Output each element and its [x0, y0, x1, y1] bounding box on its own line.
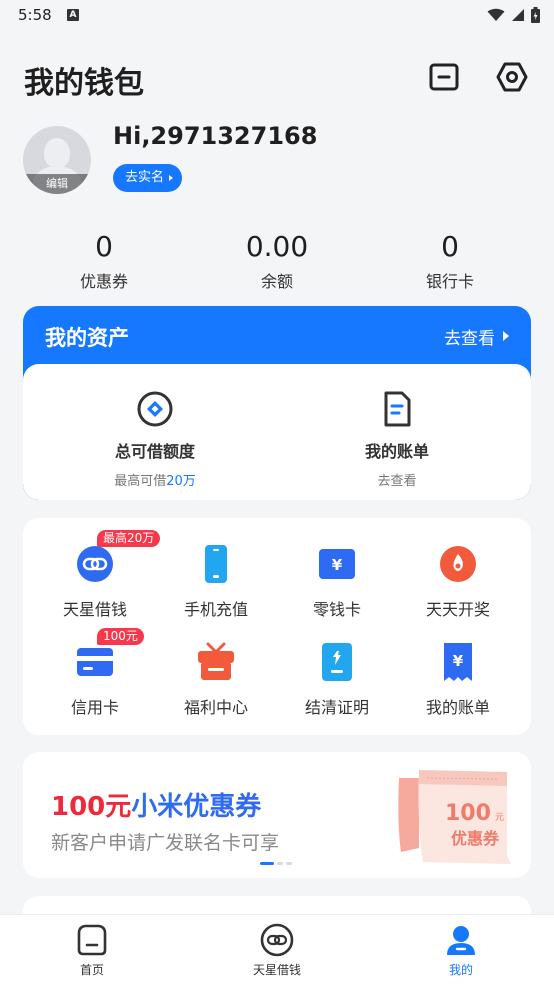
svg-text:¥: ¥ [453, 652, 464, 670]
status-time: 5:58 [18, 6, 52, 24]
promo-carousel-dots [260, 862, 292, 865]
bill-yen-icon: ¥ [438, 642, 478, 682]
battery-icon [531, 7, 540, 23]
chevron-right-icon [503, 331, 509, 341]
credit-card-icon: 100元 [75, 628, 144, 682]
service-change-card[interactable]: ¥ 零钱卡 [277, 544, 397, 620]
tab-loan[interactable]: 天星借钱 [217, 923, 337, 978]
avatar-edit-label[interactable]: 编辑 [23, 174, 91, 194]
loan-link-icon: 最高20万 [75, 530, 161, 584]
asset-title: 总可借额度 [114, 442, 195, 461]
chevron-right-icon [169, 175, 174, 181]
bottom-tab-bar: 首页 天星借钱 我的 [0, 914, 554, 984]
service-label: 零钱卡 [312, 600, 361, 619]
avatar-head-shape [44, 138, 70, 168]
service-daily-lottery[interactable]: 天天开奖 [398, 544, 518, 620]
status-indicator: A [67, 9, 79, 21]
carousel-dot [277, 862, 283, 865]
stat-balance[interactable]: 0.00 余额 [197, 228, 357, 292]
service-label: 信用卡 [70, 698, 119, 717]
bill-document-icon [378, 390, 416, 428]
service-label: 福利中心 [183, 698, 248, 717]
service-label: 手机充值 [183, 600, 248, 619]
home-icon [75, 923, 109, 957]
status-icons [487, 7, 540, 23]
lottery-icon [438, 544, 478, 584]
service-label: 我的账单 [425, 698, 490, 717]
asset-title: 我的账单 [364, 442, 429, 461]
asset-credit-limit[interactable]: 总可借额度 最高可借20万 [55, 390, 255, 489]
service-loan[interactable]: 最高20万 天星借钱 [35, 530, 161, 620]
tab-label: 首页 [79, 963, 104, 977]
promo-subtitle: 新客户申请广发联名卡可享 [51, 832, 280, 854]
tab-label: 我的 [448, 963, 473, 977]
services-grid: 最高20万 天星借钱 手机充值 ¥ 零钱卡 天天开奖 100元 信用卡 福利中心 [23, 518, 531, 735]
service-badge: 100元 [97, 628, 144, 645]
asset-subtitle-prefix: 去查看 [377, 474, 417, 489]
wallet-stats: 0 优惠券 0.00 余额 0 银行卡 [0, 228, 554, 298]
stat-value: 0 [441, 230, 459, 263]
wallet-card-icon [429, 63, 459, 91]
gift-icon [196, 642, 236, 682]
assets-inner: 总可借额度 最高可借20万 我的账单 去查看 [23, 364, 531, 500]
page-title: 我的钱包 [24, 66, 144, 101]
service-phone-topup[interactable]: 手机充值 [156, 544, 276, 620]
assets-title: 我的资产 [45, 326, 129, 350]
coupon-illustration: 100 元 优惠券 [395, 764, 515, 868]
status-bar: 5:58 A [0, 0, 554, 32]
asset-my-bill[interactable]: 我的账单 去查看 [297, 390, 497, 489]
settings-button[interactable] [495, 60, 529, 94]
settings-hexagon-icon [496, 62, 528, 92]
carousel-dot-active [260, 862, 274, 865]
stat-label: 余额 [260, 272, 293, 291]
service-badge: 最高20万 [97, 530, 161, 547]
stat-value: 0 [95, 230, 113, 263]
verify-identity-label: 去实名 [125, 170, 165, 185]
service-label: 天星借钱 [62, 600, 127, 619]
promo-banner[interactable]: 100元小米优惠券 新客户申请广发联名卡可享 100 元 优惠券 [23, 752, 531, 878]
coupon-unit: 元 [495, 813, 504, 823]
user-greeting: Hi,2971327168 [113, 122, 318, 150]
promo-title-amount: 100元 [51, 792, 132, 822]
avatar[interactable]: 编辑 [23, 126, 91, 194]
wallet-yen-icon: ¥ [317, 544, 357, 584]
signal-icon [512, 9, 524, 21]
service-welfare-center[interactable]: 福利中心 [156, 642, 276, 718]
wallet-card-button[interactable] [427, 60, 461, 94]
coupon-label: 优惠券 [451, 829, 500, 848]
assets-view-label: 去查看 [444, 329, 495, 349]
carousel-dot [286, 862, 292, 865]
tab-profile[interactable]: 我的 [401, 923, 521, 978]
asset-subtitle: 去查看 [297, 470, 497, 489]
asset-subtitle-prefix: 最高可借 [114, 474, 167, 489]
service-credit-card[interactable]: 100元 信用卡 [35, 628, 155, 718]
profile-icon [444, 923, 478, 957]
credit-diamond-icon [136, 390, 174, 428]
coupon-amount: 100 [445, 801, 491, 826]
stat-bank-cards[interactable]: 0 银行卡 [370, 228, 530, 292]
stat-coupons[interactable]: 0 优惠券 [24, 228, 184, 292]
tab-home[interactable]: 首页 [32, 923, 152, 978]
asset-subtitle: 最高可借20万 [55, 470, 255, 489]
service-label: 结清证明 [304, 698, 369, 717]
svg-text:¥: ¥ [332, 556, 343, 574]
service-settlement-proof[interactable]: 结清证明 [277, 642, 397, 718]
service-my-bill[interactable]: ¥ 我的账单 [398, 642, 518, 718]
stat-value: 0.00 [245, 230, 309, 263]
promo-title: 100元小米优惠券 [51, 786, 261, 823]
tab-label: 天星借钱 [252, 963, 301, 977]
asset-subtitle-highlight: 20万 [166, 474, 196, 489]
assets-card: 我的资产 去查看 总可借额度 最高可借20万 我的账单 去查看 [23, 306, 531, 500]
stat-label: 银行卡 [425, 272, 474, 291]
phone-icon [196, 544, 236, 584]
assets-view-link[interactable]: 去查看 [444, 324, 509, 349]
service-label: 天天开奖 [425, 600, 490, 619]
wifi-icon [487, 8, 505, 21]
stat-label: 优惠券 [79, 272, 128, 291]
promo-title-text: 小米优惠券 [131, 792, 262, 822]
loan-link-icon [260, 923, 294, 957]
certificate-icon [317, 642, 357, 682]
verify-identity-button[interactable]: 去实名 [113, 164, 183, 192]
